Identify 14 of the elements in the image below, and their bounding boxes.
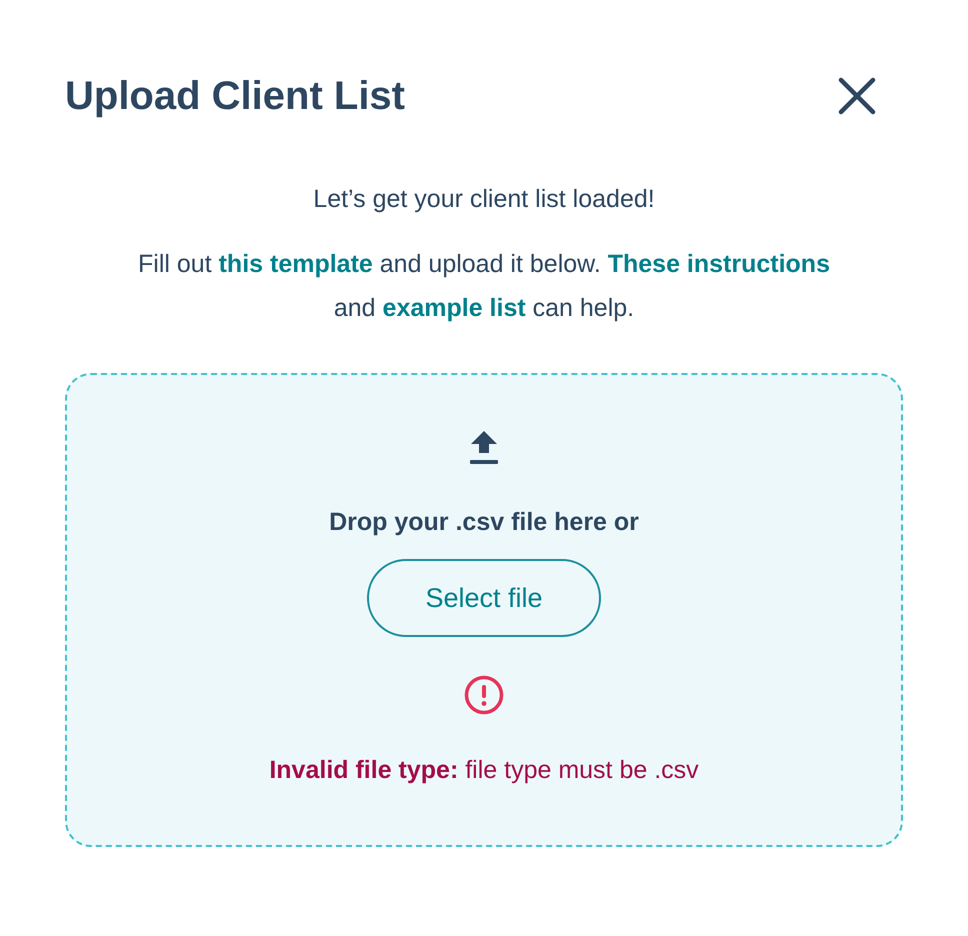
select-file-button[interactable]: Select file xyxy=(367,559,601,637)
text-link[interactable]: example list xyxy=(382,294,526,322)
instructions-text: Fill out this template and upload it below. These instructions and example list can help. xyxy=(137,249,831,324)
drop-zone[interactable]: Drop your .csv file here or Select file Invalid file type: file type must be .csv xyxy=(65,373,903,847)
error-message: Invalid file type: file type must be .csv xyxy=(269,755,699,786)
error-icon xyxy=(464,675,504,715)
text-link[interactable]: this template xyxy=(218,250,373,278)
close-icon xyxy=(837,76,877,116)
drop-prompt: Drop your .csv file here or xyxy=(329,507,639,538)
intro-text: Let’s get your client list loaded! xyxy=(312,184,656,215)
upload-icon xyxy=(470,431,498,465)
text-link[interactable]: These instructions xyxy=(608,250,830,278)
close-button[interactable] xyxy=(837,76,877,116)
dialog-title: Upload Client List xyxy=(65,74,405,118)
